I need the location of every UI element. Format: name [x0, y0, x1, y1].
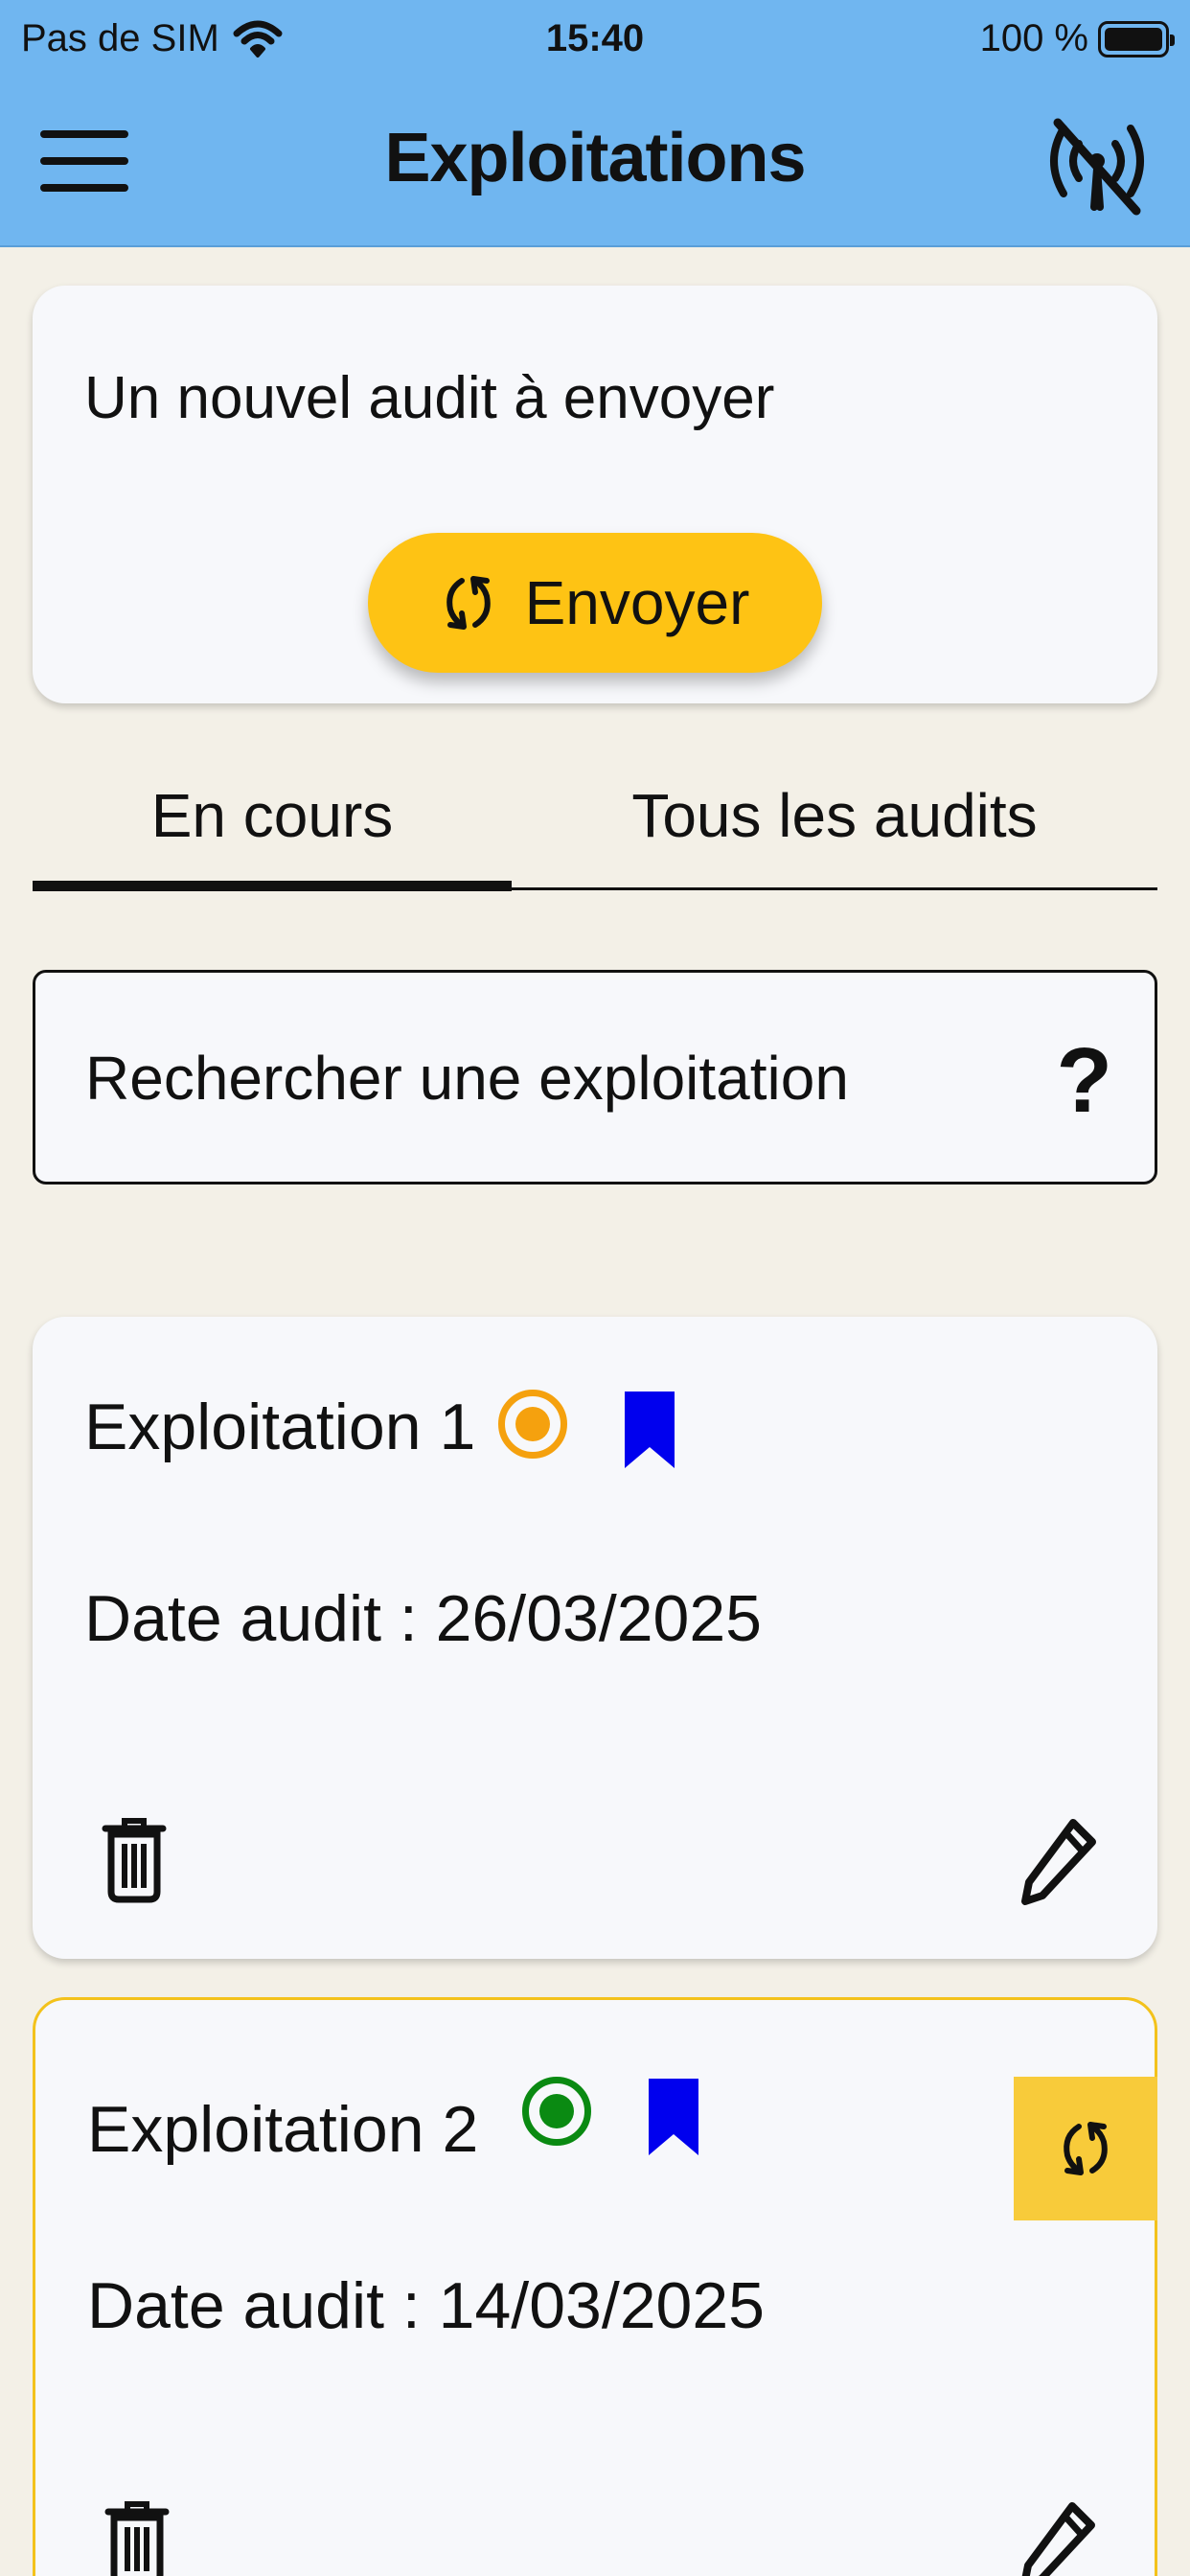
- edit-button[interactable]: [1018, 2498, 1105, 2576]
- bookmark-icon[interactable]: [623, 1390, 676, 1470]
- header: Pas de SIM 15:40 100 % Exploitations: [0, 0, 1190, 247]
- tab-tous-les-audits[interactable]: Tous les audits: [512, 744, 1157, 887]
- search-box: ?: [33, 970, 1157, 1184]
- tab-active-indicator: [33, 881, 512, 891]
- send-button[interactable]: Envoyer: [368, 533, 822, 673]
- battery-label: 100 %: [979, 17, 1088, 59]
- pencil-icon: [1021, 2502, 1095, 2576]
- status-bar: Pas de SIM 15:40 100 %: [0, 0, 1190, 82]
- pencil-icon: [1021, 1819, 1096, 1905]
- delete-button[interactable]: [102, 1815, 188, 1911]
- trash-icon: [104, 2501, 170, 2576]
- sync-button[interactable]: [1014, 2077, 1157, 2220]
- edit-button[interactable]: [1019, 1815, 1106, 1911]
- audit-date: Date audit : 26/03/2025: [84, 1582, 762, 1655]
- battery-icon: [1098, 20, 1175, 58]
- tab-bar: En cours Tous les audits: [33, 744, 1157, 893]
- sync-icon: [1064, 2122, 1108, 2175]
- offline-status-button[interactable]: [1044, 111, 1150, 217]
- exploitation-name: Exploitation 1: [84, 1391, 476, 1463]
- help-button[interactable]: ?: [1056, 1028, 1112, 1134]
- tab-en-cours[interactable]: En cours: [33, 744, 512, 887]
- pending-audit-message: Un nouvel audit à envoyer: [84, 365, 775, 431]
- status-battery: 100 %: [979, 17, 1175, 60]
- trash-icon: [102, 1818, 167, 1903]
- exploitation-card[interactable]: Exploitation 2 Date audit : 14/03/2025: [33, 1997, 1157, 2576]
- page-title: Exploitations: [384, 120, 806, 196]
- exploitation-card[interactable]: Exploitation 1 Date audit : 26/03/2025: [33, 1317, 1157, 1959]
- app-bar: Exploitations: [0, 96, 1190, 240]
- send-button-label: Envoyer: [524, 568, 750, 637]
- search-input[interactable]: [85, 1030, 986, 1126]
- delete-button[interactable]: [104, 2498, 191, 2576]
- pending-audit-card: Un nouvel audit à envoyer Envoyer: [33, 286, 1157, 703]
- sync-icon: [446, 576, 491, 630]
- exploitation-name: Exploitation 2: [87, 2093, 479, 2166]
- status-indicator-icon: [498, 1390, 567, 1459]
- audit-date: Date audit : 14/03/2025: [87, 2269, 765, 2342]
- bookmark-icon[interactable]: [647, 2077, 700, 2157]
- signal-off-icon: [1050, 118, 1144, 216]
- status-indicator-icon: [522, 2077, 591, 2146]
